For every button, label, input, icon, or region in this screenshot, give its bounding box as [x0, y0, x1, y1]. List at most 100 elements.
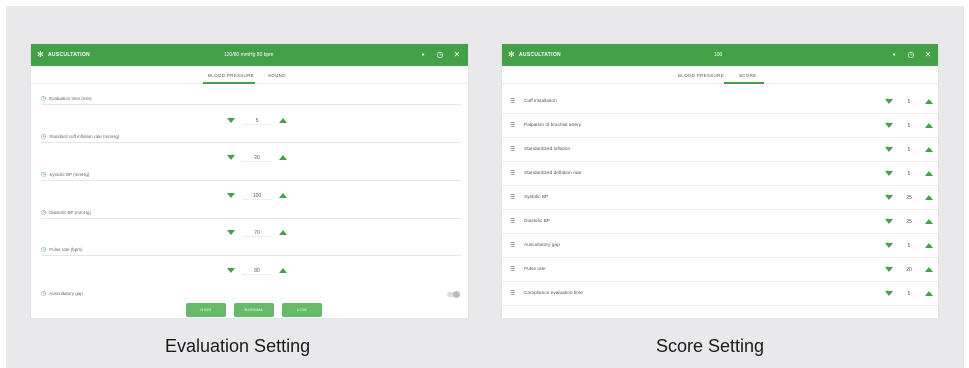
- auscultatory-gap-toggle[interactable]: [447, 291, 460, 298]
- stepper-value[interactable]: 5: [897, 122, 921, 130]
- list-icon: ☰: [510, 219, 516, 225]
- increase-arrow-icon[interactable]: [925, 171, 933, 176]
- clock-icon: ◷: [41, 291, 47, 297]
- diastolic-bp-stepper: 70: [227, 228, 287, 238]
- stepper-value[interactable]: 80: [242, 267, 272, 275]
- clock-icon: ◷: [41, 247, 47, 253]
- list-icon: ☰: [510, 123, 516, 129]
- decrease-arrow-icon[interactable]: [885, 243, 893, 248]
- divider: [41, 218, 461, 219]
- increase-arrow-icon[interactable]: [925, 243, 933, 248]
- score-row: ☰ Auscultatory gap 5: [502, 234, 938, 258]
- score-stepper: 5: [885, 169, 933, 179]
- close-icon[interactable]: ✕: [452, 50, 462, 60]
- setting-label: ◷ Evaluation time (min): [41, 96, 92, 102]
- increase-arrow-icon[interactable]: [279, 268, 287, 273]
- increase-arrow-icon[interactable]: [925, 291, 933, 296]
- decrease-arrow-icon[interactable]: [885, 291, 893, 296]
- score-row: ☰ Cuff installation 5: [502, 90, 938, 114]
- header-bar: ✻ AUSCULTATION 120/80 mmHg 80 bpm ▪ ◷ ✕: [31, 44, 468, 66]
- close-icon[interactable]: ✕: [923, 50, 933, 60]
- tab-blood-pressure[interactable]: BLOOD PRESSURE: [208, 73, 254, 78]
- score-stepper: 5: [885, 145, 933, 155]
- active-tab-indicator: [203, 82, 255, 84]
- list-icon: ☰: [510, 243, 516, 249]
- save-icon[interactable]: ▪: [889, 50, 899, 60]
- stepper-value[interactable]: 100: [242, 192, 272, 200]
- stepper-value[interactable]: 5: [897, 146, 921, 154]
- setting-label: ◷ Pulse rate (bpm): [41, 247, 83, 253]
- clock-icon: ◷: [41, 210, 47, 216]
- decrease-arrow-icon[interactable]: [885, 267, 893, 272]
- score-stepper: 5: [885, 241, 933, 251]
- evaluation-time-stepper: 5: [227, 116, 287, 126]
- divider: [41, 180, 461, 181]
- score-row: ☰ Standardized deflation rate 5: [502, 162, 938, 186]
- stepper-value[interactable]: 20: [242, 154, 272, 162]
- stepper-value[interactable]: 70: [242, 229, 272, 237]
- tab-bar: BLOOD PRESSURE SCORE: [502, 66, 938, 84]
- stepper-value[interactable]: 5: [897, 290, 921, 298]
- score-setting-panel: ✻ AUSCULTATION 100 ▪ ◷ ✕ BLOOD PRESSURE …: [502, 44, 938, 318]
- decrease-arrow-icon[interactable]: [227, 268, 235, 273]
- decrease-arrow-icon[interactable]: [885, 147, 893, 152]
- list-icon: ☰: [510, 195, 516, 201]
- decrease-arrow-icon[interactable]: [227, 230, 235, 235]
- decrease-arrow-icon[interactable]: [227, 155, 235, 160]
- increase-arrow-icon[interactable]: [279, 155, 287, 160]
- systolic-bp-stepper: 100: [227, 191, 287, 201]
- score-item-label: Systolic BP: [524, 195, 549, 200]
- divider: [41, 142, 461, 143]
- decrease-arrow-icon[interactable]: [885, 123, 893, 128]
- header-bar: ✻ AUSCULTATION 100 ▪ ◷ ✕: [502, 44, 938, 66]
- screenshot-frame: ✻ AUSCULTATION 120/80 mmHg 80 bpm ▪ ◷ ✕ …: [6, 6, 964, 368]
- decrease-arrow-icon[interactable]: [885, 99, 893, 104]
- increase-arrow-icon[interactable]: [279, 193, 287, 198]
- total-score: 100: [714, 52, 723, 58]
- decrease-arrow-icon[interactable]: [227, 193, 235, 198]
- increase-arrow-icon[interactable]: [925, 267, 933, 272]
- decrease-arrow-icon[interactable]: [227, 118, 235, 123]
- score-stepper: 5: [885, 121, 933, 131]
- low-button[interactable]: LOW: [282, 303, 322, 317]
- increase-arrow-icon[interactable]: [279, 118, 287, 123]
- settings-gear-icon: ✻: [37, 50, 44, 59]
- setting-label: ◷ Auscultatory gap: [41, 291, 83, 297]
- stepper-value[interactable]: 5: [897, 98, 921, 106]
- tab-sound[interactable]: SOUND: [268, 73, 286, 78]
- score-item-label: Auscultatory gap: [524, 243, 560, 248]
- score-row: ☰ Palpation of brachial artery 5: [502, 114, 938, 138]
- stepper-value[interactable]: 5: [897, 170, 921, 178]
- normal-button[interactable]: NORMAL: [234, 303, 274, 317]
- setting-label: ◷ Diastolic BP (mmHg): [41, 210, 91, 216]
- stepper-value[interactable]: 20: [897, 266, 921, 274]
- high-button[interactable]: HIGH: [186, 303, 226, 317]
- score-stepper: 25: [885, 217, 933, 227]
- clock-icon: ◷: [41, 96, 47, 102]
- decrease-arrow-icon[interactable]: [885, 171, 893, 176]
- stepper-value[interactable]: 25: [897, 194, 921, 202]
- stepper-value[interactable]: 5: [897, 242, 921, 250]
- tab-bar: BLOOD PRESSURE SOUND: [31, 66, 468, 84]
- increase-arrow-icon[interactable]: [925, 195, 933, 200]
- tab-blood-pressure[interactable]: BLOOD PRESSURE: [678, 73, 724, 78]
- save-icon[interactable]: ▪: [418, 50, 428, 60]
- active-tab-indicator: [724, 82, 764, 84]
- caption-score-setting: Score Setting: [656, 336, 765, 356]
- history-icon[interactable]: ◷: [906, 50, 916, 60]
- increase-arrow-icon[interactable]: [925, 123, 933, 128]
- header-title: AUSCULTATION: [519, 52, 561, 58]
- tab-score[interactable]: SCORE: [739, 73, 757, 78]
- decrease-arrow-icon[interactable]: [885, 219, 893, 224]
- score-row: ☰ Diastolic BP 25: [502, 210, 938, 234]
- increase-arrow-icon[interactable]: [925, 219, 933, 224]
- list-icon: ☰: [510, 147, 516, 153]
- stepper-value[interactable]: 25: [897, 218, 921, 226]
- decrease-arrow-icon[interactable]: [885, 195, 893, 200]
- score-item-label: Standardized deflation rate: [524, 171, 582, 176]
- stepper-value[interactable]: 5: [242, 117, 272, 125]
- history-icon[interactable]: ◷: [435, 50, 445, 60]
- increase-arrow-icon[interactable]: [925, 147, 933, 152]
- increase-arrow-icon[interactable]: [279, 230, 287, 235]
- increase-arrow-icon[interactable]: [925, 99, 933, 104]
